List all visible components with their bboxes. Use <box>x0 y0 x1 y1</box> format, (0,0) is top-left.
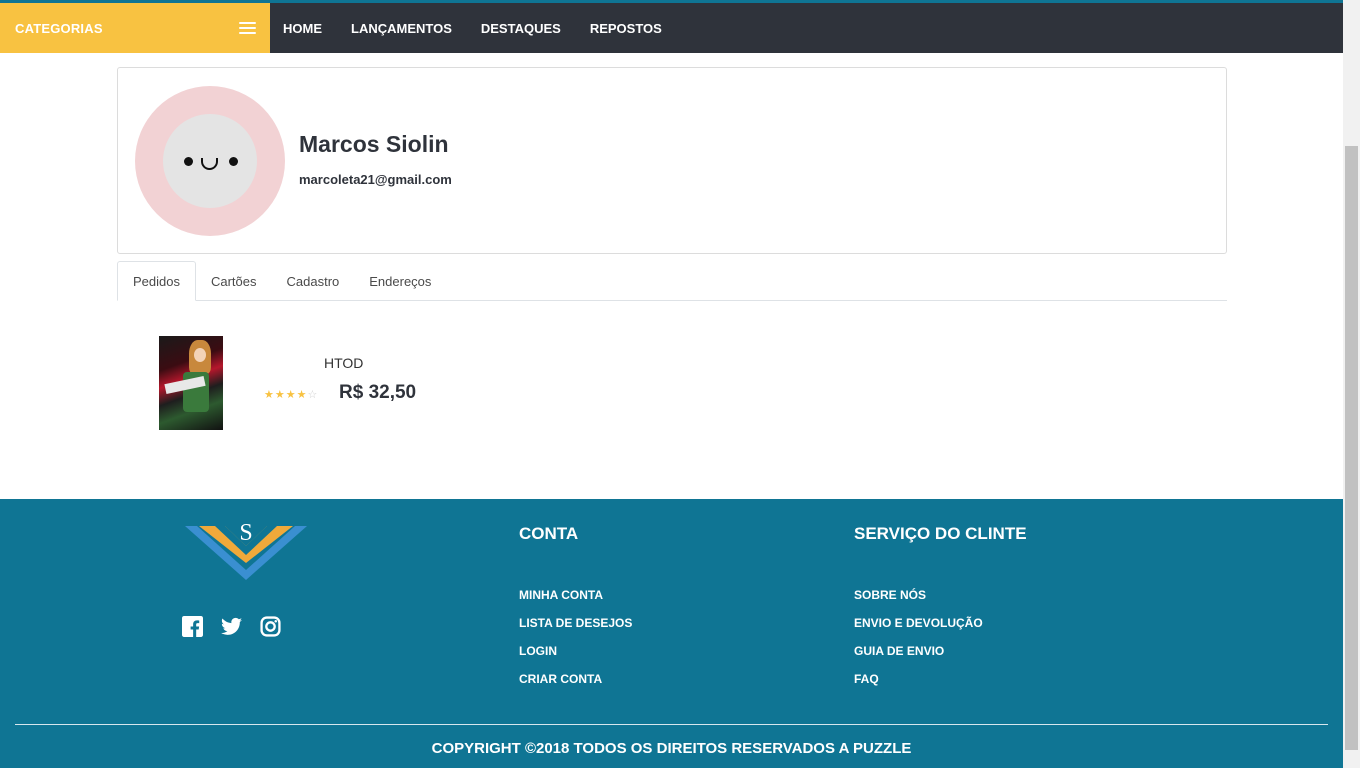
profile-email: marcoleta21@gmail.com <box>299 172 452 187</box>
tab-cadastro[interactable]: Cadastro <box>272 261 355 301</box>
footer-conta-links: MINHA CONTA LISTA DE DESEJOS LOGIN CRIAR… <box>519 588 632 700</box>
footer-divider <box>15 724 1328 725</box>
logo-letter: S <box>239 520 252 546</box>
footer-link-login[interactable]: LOGIN <box>519 644 632 672</box>
nav-links: HOME LANÇAMENTOS DESTAQUES REPOSTOS <box>283 21 691 36</box>
footer-link-faq[interactable]: FAQ <box>854 672 983 700</box>
hamburger-icon <box>239 22 256 34</box>
avatar-eye-left <box>184 157 193 166</box>
nav-link-repostos[interactable]: REPOSTOS <box>590 21 662 36</box>
order-item-cover-image[interactable] <box>159 336 223 430</box>
nav-link-home[interactable]: HOME <box>283 21 322 36</box>
avatar-eye-right <box>229 157 238 166</box>
avatar-mouth <box>201 158 218 170</box>
site-footer: S CONTA MINHA CONTA LISTA DE DESEJOS LOG… <box>0 499 1343 768</box>
order-item-title[interactable]: HTOD <box>324 355 363 371</box>
star-icon: ★ <box>274 389 286 401</box>
footer-link-minha-conta[interactable]: MINHA CONTA <box>519 588 632 616</box>
star-icon: ★ <box>285 389 297 401</box>
main-navbar: CATEGORIAS HOME LANÇAMENTOS DESTAQUES RE… <box>0 3 1343 53</box>
facebook-icon[interactable] <box>182 616 203 637</box>
order-item-price: R$ 32,50 <box>339 382 417 403</box>
tab-pedidos[interactable]: Pedidos <box>117 261 196 301</box>
tab-cartoes[interactable]: Cartões <box>196 261 272 301</box>
page-scrollbar[interactable] <box>1343 0 1360 768</box>
categories-label: CATEGORIAS <box>15 20 103 36</box>
order-item-rating: ★★★★☆ <box>264 388 318 401</box>
twitter-icon[interactable] <box>221 616 242 637</box>
profile-name: Marcos Siolin <box>299 131 449 157</box>
footer-conta-title: CONTA <box>519 524 579 543</box>
footer-servico-links: SOBRE NÓS ENVIO E DEVOLUÇÃO GUIA DE ENVI… <box>854 588 983 700</box>
footer-link-envio-e-devolucao[interactable]: ENVIO E DEVOLUÇÃO <box>854 616 983 644</box>
avatar <box>135 86 285 236</box>
footer-link-sobre-nos[interactable]: SOBRE NÓS <box>854 588 983 616</box>
star-icon: ★ <box>296 389 308 401</box>
copyright-text: COPYRIGHT ©2018 TODOS OS DIREITOS RESERV… <box>431 740 912 757</box>
instagram-icon[interactable] <box>260 616 281 637</box>
nav-link-lancamentos[interactable]: LANÇAMENTOS <box>351 21 452 36</box>
social-links <box>182 616 299 637</box>
puzzle-logo: S <box>185 520 307 580</box>
star-empty-icon: ☆ <box>307 389 319 401</box>
tab-enderecos[interactable]: Endereços <box>354 261 446 301</box>
profile-card: Marcos Siolin marcoleta21@gmail.com <box>117 67 1227 254</box>
footer-servico-title: SERVIÇO DO CLINTE <box>854 524 1027 543</box>
footer-link-guia-de-envio[interactable]: GUIA DE ENVIO <box>854 644 983 672</box>
footer-link-criar-conta[interactable]: CRIAR CONTA <box>519 672 632 700</box>
avatar-face-icon <box>163 114 257 208</box>
scrollbar-thumb[interactable] <box>1345 146 1358 750</box>
nav-link-destaques[interactable]: DESTAQUES <box>481 21 561 36</box>
star-icon: ★ <box>264 389 275 401</box>
footer-link-lista-de-desejos[interactable]: LISTA DE DESEJOS <box>519 616 632 644</box>
profile-tabs: Pedidos Cartões Cadastro Endereços <box>117 261 1227 301</box>
categories-menu-button[interactable]: CATEGORIAS <box>0 3 270 53</box>
